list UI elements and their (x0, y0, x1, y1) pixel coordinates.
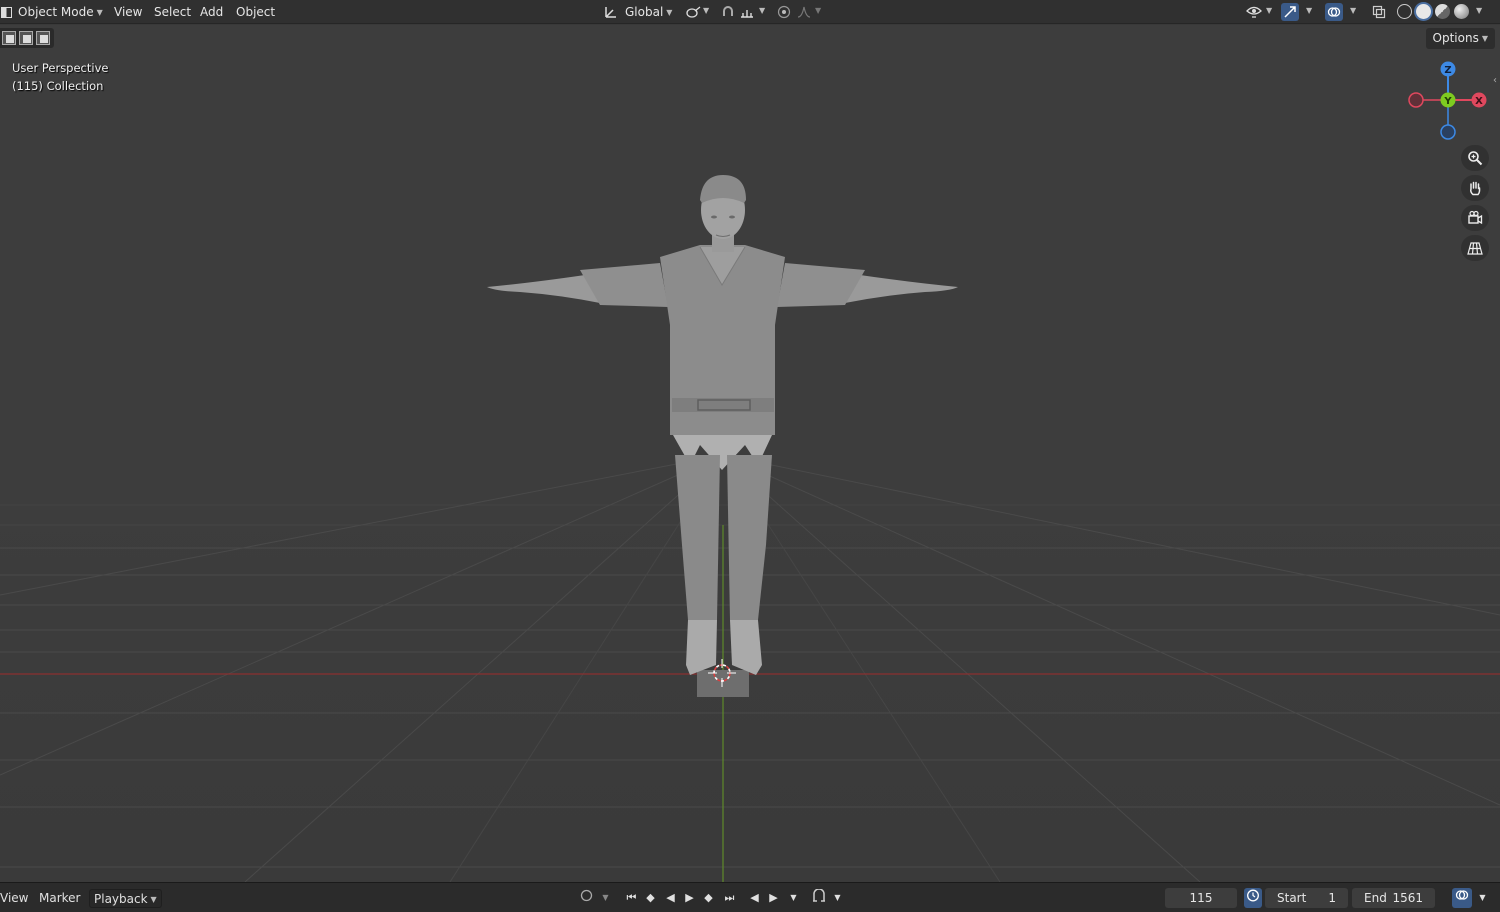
axis-neg-z[interactable] (1440, 124, 1456, 140)
prev-frame-icon[interactable]: ◀ (746, 889, 763, 907)
options-label: Options (1432, 31, 1479, 45)
grid-view-icon[interactable] (1461, 235, 1489, 261)
chevron-down-icon[interactable]: ▼ (829, 889, 846, 907)
chevron-down-icon: ▼ (1481, 34, 1488, 43)
collection-label: (115) Collection (12, 79, 104, 93)
mode-dropdown[interactable]: Object Mode ▼ (13, 2, 108, 22)
next-frame-icon[interactable]: ▶ (765, 889, 782, 907)
chevron-down-icon[interactable]: ▼ (759, 6, 765, 15)
xray-toggle-icon[interactable] (1370, 3, 1388, 21)
preview-range-clock-icon[interactable] (1244, 888, 1262, 908)
pivot-point-icon[interactable] (685, 3, 703, 21)
start-frame-field[interactable]: Start 1 (1265, 888, 1348, 908)
chevron-down-icon: ▼ (666, 7, 673, 17)
menu-add[interactable]: Add (195, 2, 228, 22)
mode-dropdown-label: Object Mode (18, 5, 94, 19)
jump-to-start-icon[interactable]: ⏮ (623, 889, 640, 907)
wireframe-shading-icon[interactable] (1397, 4, 1412, 19)
hand-pan-icon[interactable] (1461, 175, 1489, 201)
overlays-toggle-icon[interactable] (1325, 3, 1343, 21)
record-keyframe-icon[interactable] (578, 889, 595, 907)
menu-select[interactable]: Select (149, 2, 196, 22)
chevron-down-icon[interactable]: ▼ (1266, 6, 1272, 15)
end-frame-label: End (1364, 891, 1387, 905)
falloff-curve-icon[interactable] (795, 3, 813, 21)
transform-orientation-icon (602, 3, 620, 21)
material-preview-icon[interactable] (1435, 4, 1450, 19)
start-frame-label: Start (1277, 891, 1307, 905)
timeline-menu-view[interactable]: View (0, 889, 32, 908)
snap-increment-icon[interactable] (738, 3, 756, 21)
chevron-down-icon[interactable]: ▼ (597, 889, 614, 907)
perspective-label: User Perspective (12, 61, 109, 75)
current-frame-field[interactable]: 115 (1165, 888, 1237, 908)
playback-sync-icon[interactable] (1452, 888, 1472, 908)
end-frame-field[interactable]: End 1561 (1352, 888, 1435, 908)
jump-to-end-icon[interactable]: ⏭ (721, 889, 738, 907)
start-frame-value: 1 (1328, 891, 1336, 905)
menu-object[interactable]: Object (231, 2, 280, 22)
prev-keyframe-icon[interactable]: ◆ (642, 889, 659, 907)
chevron-down-icon: ▼ (150, 895, 157, 904)
transform-orientation-label: Global (625, 5, 664, 19)
solid-shading-icon[interactable] (1416, 4, 1431, 19)
snap-magnet-icon[interactable] (719, 3, 737, 21)
transform-orientation-dropdown[interactable]: Global ▼ (620, 2, 677, 22)
floor-grid (0, 25, 1500, 882)
camera-icon[interactable] (1461, 205, 1489, 231)
auto-keying-icon[interactable] (810, 888, 827, 907)
playback-label: Playback (94, 892, 148, 906)
play-icon[interactable]: ▶ (681, 889, 698, 907)
viewport-info-text: User Perspective (115) Collection (12, 59, 108, 95)
editor-type-icon[interactable] (0, 3, 12, 21)
playback-dropdown[interactable]: Playback ▼ (89, 889, 162, 908)
viewport-header: Object Mode ▼ View Select Add Object Glob… (0, 0, 1500, 24)
menu-view[interactable]: View (109, 2, 147, 22)
navigation-gizmo[interactable]: Z X Y (1402, 57, 1494, 147)
axis-y-label: Y (1443, 96, 1452, 107)
select-subtract-icon[interactable] (36, 31, 50, 45)
chevron-down-icon[interactable]: ▼ (785, 889, 802, 907)
play-reverse-icon[interactable]: ◀ (662, 889, 679, 907)
select-new-icon[interactable] (2, 31, 16, 45)
chevron-down-icon[interactable]: ▼ (1476, 6, 1482, 15)
end-frame-value: 1561 (1392, 891, 1423, 905)
gizmo-toggle-icon[interactable] (1281, 3, 1299, 21)
chevron-down-icon[interactable]: ▼ (815, 6, 821, 15)
chevron-down-icon[interactable]: ▼ (703, 6, 709, 15)
proportional-editing-icon[interactable] (775, 3, 793, 21)
chevron-down-icon[interactable]: ▼ (1350, 6, 1356, 15)
chevron-down-icon[interactable]: ▼ (1306, 6, 1312, 15)
next-keyframe-icon[interactable]: ◆ (700, 889, 717, 907)
zoom-icon[interactable] (1461, 145, 1489, 171)
axis-neg-x[interactable] (1408, 92, 1424, 108)
timeline-header: View Marker Playback ▼ ▼ ⏮ ◆ ◀ ▶ ◆ ⏭ ◀ ▶ … (0, 882, 1500, 912)
axis-x-label: X (1475, 96, 1483, 107)
axis-z-label: Z (1444, 65, 1451, 76)
select-extend-icon[interactable] (19, 31, 33, 45)
chevron-down-icon[interactable]: ▼ (1474, 889, 1491, 907)
rendered-shading-icon[interactable] (1454, 4, 1469, 19)
current-frame-value: 115 (1189, 891, 1213, 905)
visibility-eye-icon[interactable] (1245, 3, 1263, 21)
timeline-menu-marker[interactable]: Marker (35, 889, 84, 908)
selection-mode-buttons (0, 28, 54, 48)
chevron-down-icon: ▼ (96, 7, 103, 17)
options-dropdown[interactable]: Options ▼ (1425, 28, 1495, 49)
3d-viewport[interactable]: User Perspective (115) Collection Option… (0, 25, 1500, 882)
